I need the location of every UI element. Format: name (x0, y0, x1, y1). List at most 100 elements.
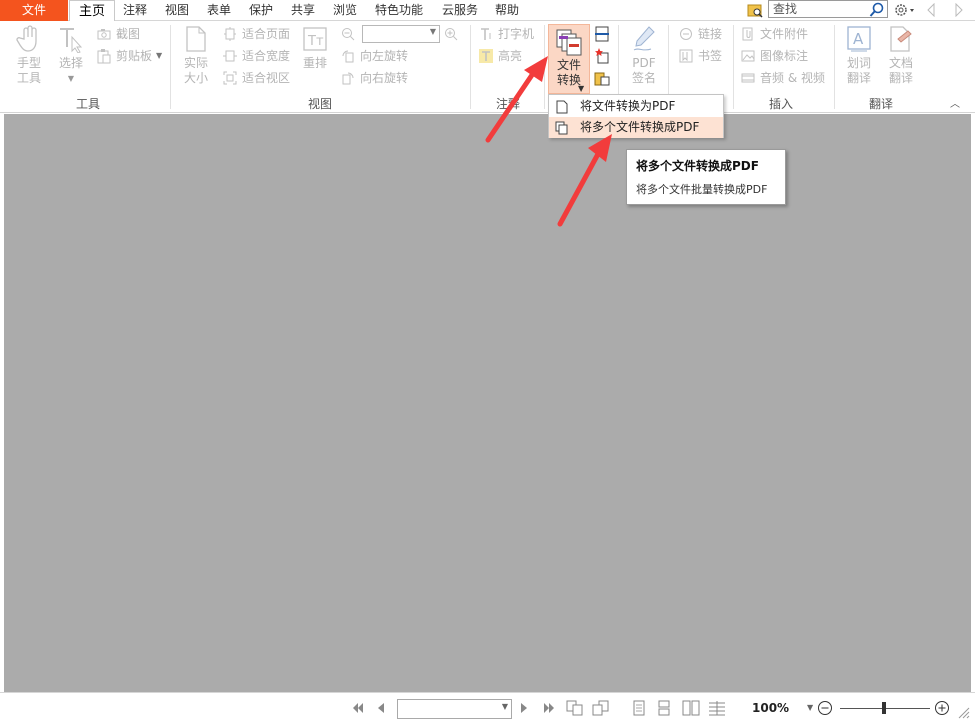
zoom-dropdown-arrow[interactable]: ▼ (807, 703, 813, 712)
rotate-left-label: 向左旋转 (360, 49, 409, 63)
first-page-icon[interactable] (349, 699, 367, 717)
dropdown-item-convert-multiple-to-pdf[interactable]: 将多个文件转换成PDF (549, 117, 723, 138)
tab-special-features[interactable]: 特色功能 (370, 0, 428, 21)
select-tool-button[interactable]: 选择 ▼ (54, 24, 88, 86)
rotate-left-button[interactable]: 向左旋转 (340, 47, 408, 65)
bookmark-button[interactable]: 书签 (678, 47, 722, 65)
file-attachment-button[interactable]: 文件附件 (740, 25, 808, 43)
tab-help[interactable]: 帮助 (490, 0, 524, 21)
fit-page-icon (222, 26, 238, 42)
rotate-right-icon (340, 70, 356, 86)
group-separator (544, 25, 545, 109)
text-select-icon (56, 24, 86, 54)
fit-view-button[interactable]: 适合视区 (222, 69, 290, 87)
group-label-view: 视图 (307, 97, 332, 111)
link-button[interactable]: 链接 (678, 25, 722, 43)
audio-video-button[interactable]: 音频 & 视频 (740, 69, 825, 87)
word-translate-button[interactable]: A 划词 翻译 (840, 24, 878, 86)
group-label-translate: 翻译 (868, 97, 893, 111)
continuous-facing-view-icon[interactable] (708, 699, 726, 717)
next-page-icon[interactable] (515, 699, 533, 717)
settings-gear-icon[interactable] (892, 1, 916, 19)
highlight-button[interactable]: 高亮 (478, 47, 522, 65)
zoom-select-arrow: ▼ (429, 27, 436, 36)
clipboard-create-button[interactable] (594, 69, 614, 87)
fit-width-icon (222, 48, 238, 64)
reflow-icon: Tт (300, 24, 330, 54)
word-translate-label: 划词 翻译 (846, 56, 871, 85)
dropdown-item-convert-file-to-pdf[interactable]: 将文件转换为PDF (549, 96, 723, 117)
image-annotation-button[interactable]: 图像标注 (740, 47, 808, 65)
tab-share[interactable]: 共享 (286, 0, 320, 21)
dropdown-item-label: 将多个文件转换成PDF (580, 120, 700, 134)
file-convert-button[interactable]: 文件 转换 ▼ (548, 24, 590, 94)
prev-view-icon[interactable] (566, 699, 584, 717)
zoom-in-circle-icon[interactable] (933, 699, 951, 717)
zoom-in-button[interactable] (443, 25, 463, 43)
doc-translate-label: 文档 翻译 (888, 56, 913, 85)
fit-view-icon (222, 70, 238, 86)
bookmark-icon (678, 48, 694, 64)
typewriter-label: 打字机 (498, 27, 535, 41)
zoom-out-button[interactable] (340, 25, 360, 43)
tab-cloud-services[interactable]: 云服务 (437, 0, 483, 21)
zoom-out-circle-icon[interactable] (816, 699, 834, 717)
find-folder-icon[interactable] (746, 1, 764, 19)
last-page-icon[interactable] (540, 699, 558, 717)
clipboard-dropdown-arrow: ▼ (156, 51, 163, 60)
facing-view-icon[interactable] (682, 699, 700, 717)
nav-back-icon[interactable] (922, 1, 940, 19)
tab-home[interactable]: 主页 (69, 0, 115, 22)
rotate-right-button[interactable]: 向右旋转 (340, 69, 408, 87)
file-attachment-label: 文件附件 (760, 27, 809, 41)
document-canvas[interactable] (4, 114, 971, 692)
tab-form[interactable]: 表单 (202, 0, 236, 21)
pdf-sign-button[interactable]: PDF 签名 (624, 24, 664, 86)
page-dropdown-arrow: ▼ (501, 702, 508, 711)
blank-new-button[interactable] (594, 47, 614, 65)
zoom-slider-thumb[interactable] (882, 702, 886, 714)
resize-grip-icon[interactable] (954, 703, 972, 721)
search-icon[interactable] (868, 1, 886, 19)
zoom-out-icon (340, 26, 356, 42)
word-translate-icon: A (844, 24, 874, 54)
highlight-label: 高亮 (498, 49, 523, 63)
prev-page-icon[interactable] (372, 699, 390, 717)
reflow-button[interactable]: Tт 重排 (298, 24, 332, 71)
fit-width-label: 适合宽度 (242, 49, 291, 63)
hand-tool-label: 手型 工具 (16, 56, 41, 85)
file-menu-tab[interactable]: 文件 (0, 0, 68, 21)
zoom-in-icon (443, 26, 459, 42)
typewriter-button[interactable]: 打字机 (478, 25, 534, 43)
zoom-level[interactable]: 100% (752, 701, 789, 715)
tab-browse[interactable]: 浏览 (328, 0, 362, 21)
rotate-right-label: 向右旋转 (360, 71, 409, 85)
single-page-view-icon[interactable] (630, 699, 648, 717)
fit-page-label: 适合页面 (242, 27, 291, 41)
doc-translate-button[interactable]: 文档 翻译 (882, 24, 920, 86)
actual-size-label: 实际 大小 (183, 56, 208, 85)
next-view-icon[interactable] (592, 699, 610, 717)
tooltip-description: 将多个文件批量转换成PDF (636, 183, 768, 196)
screenshot-label: 截图 (116, 27, 141, 41)
clipboard-button[interactable]: 剪贴板 ▼ (96, 47, 162, 65)
nav-forward-icon[interactable] (950, 1, 968, 19)
screenshot-button[interactable]: 截图 (96, 25, 140, 43)
tab-view[interactable]: 视图 (160, 0, 194, 21)
rotate-left-icon (340, 48, 356, 64)
paperclip-icon (740, 26, 756, 42)
image-annotation-label: 图像标注 (760, 49, 809, 63)
actual-size-button[interactable]: 实际 大小 (178, 24, 214, 86)
film-icon (740, 70, 756, 86)
fit-page-button[interactable]: 适合页面 (222, 25, 290, 43)
hand-tool-button[interactable]: 手型 工具 (10, 24, 48, 86)
tab-annotate[interactable]: 注释 (118, 0, 152, 21)
continuous-view-icon[interactable] (655, 699, 673, 717)
fit-width-button[interactable]: 适合宽度 (222, 47, 290, 65)
typewriter-icon (478, 26, 494, 42)
zoom-select[interactable]: ▼ (362, 25, 440, 43)
tab-protect[interactable]: 保护 (244, 0, 278, 21)
page-number-input[interactable]: ▼ (397, 699, 512, 719)
collapse-ribbon-icon[interactable]: ︿ (950, 95, 960, 110)
scan-button[interactable] (594, 25, 614, 43)
